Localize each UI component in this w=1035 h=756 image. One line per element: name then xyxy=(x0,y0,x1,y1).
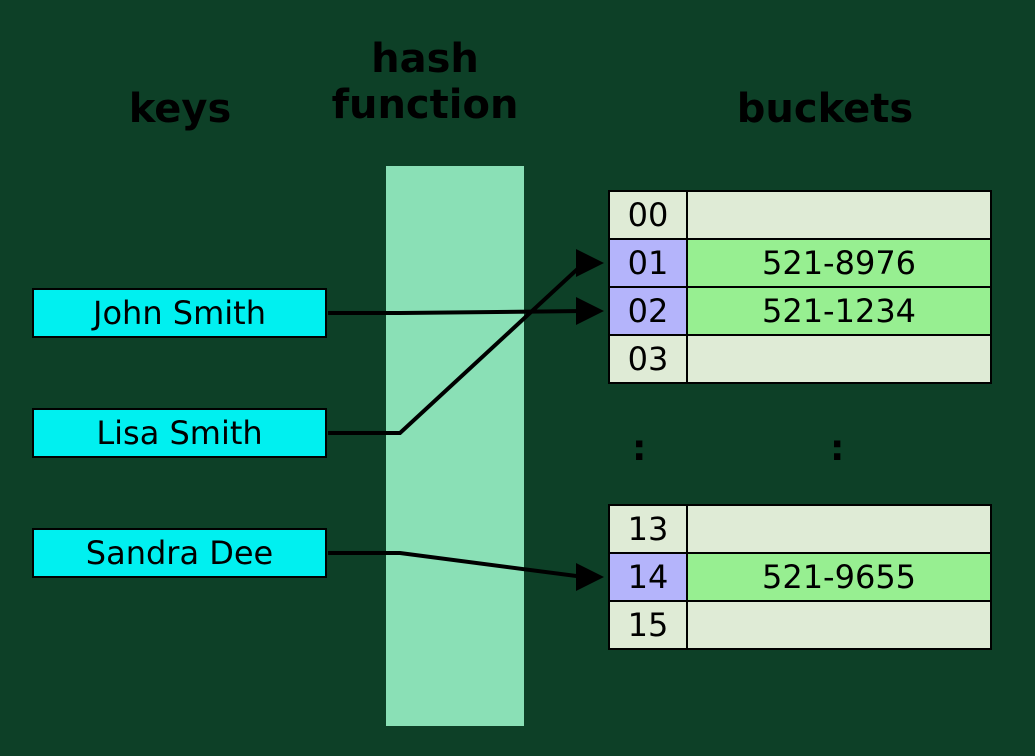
bucket-index: 01 xyxy=(608,238,686,288)
key-box: Sandra Dee xyxy=(32,528,327,578)
bucket-index: 15 xyxy=(608,600,686,650)
bucket-row: 13 xyxy=(610,504,992,554)
bucket-row: 00 xyxy=(610,190,992,240)
key-box: Lisa Smith xyxy=(32,408,327,458)
bucket-row: 02 521-1234 xyxy=(610,286,992,336)
bucket-index: 02 xyxy=(608,286,686,336)
bucket-value xyxy=(686,600,992,650)
bucket-value: 521-1234 xyxy=(686,286,992,336)
bucket-index: 13 xyxy=(608,504,686,554)
bucket-index: 00 xyxy=(608,190,686,240)
bucket-value xyxy=(686,334,992,384)
header-buckets: buckets xyxy=(700,86,950,132)
bucket-row: 03 xyxy=(610,334,992,384)
header-keys: keys xyxy=(90,86,270,132)
bucket-index: 14 xyxy=(608,552,686,602)
bucket-row: 01 521-8976 xyxy=(610,238,992,288)
bucket-row: 15 xyxy=(610,600,992,650)
ellipsis-icon: : xyxy=(632,428,646,469)
bucket-value xyxy=(686,190,992,240)
bucket-index: 03 xyxy=(608,334,686,384)
hash-function-box xyxy=(386,166,524,726)
ellipsis-icon: : xyxy=(830,428,844,469)
bucket-value xyxy=(686,504,992,554)
bucket-row: 14 521-9655 xyxy=(610,552,992,602)
key-box: John Smith xyxy=(32,288,327,338)
bucket-value: 521-9655 xyxy=(686,552,992,602)
bucket-value: 521-8976 xyxy=(686,238,992,288)
header-hash-function: hash function xyxy=(300,36,550,128)
